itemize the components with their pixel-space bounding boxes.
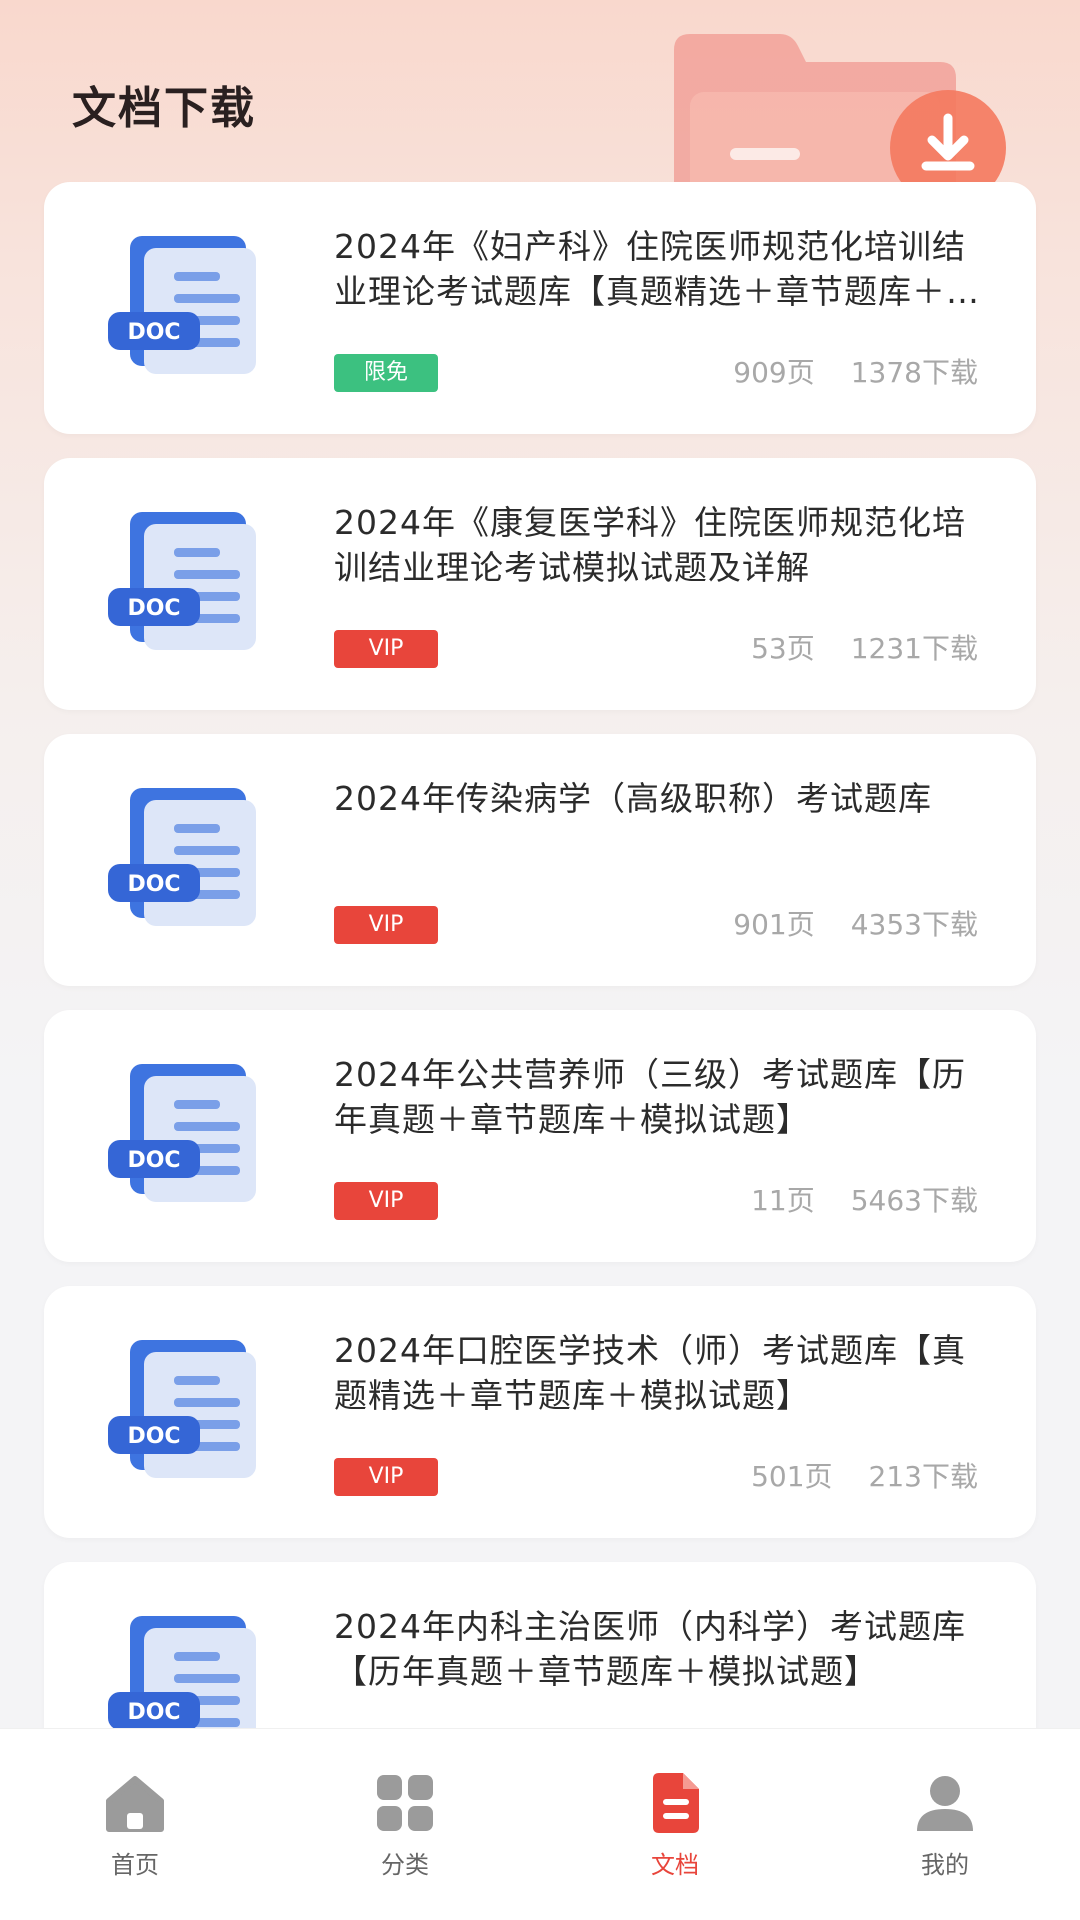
tab-category[interactable]: 分类 — [270, 1729, 540, 1920]
download-count: 1231下载 — [850, 632, 978, 665]
home-icon — [106, 1776, 164, 1832]
doc-file-icon: DOC — [108, 236, 256, 374]
tab-home[interactable]: 首页 — [0, 1729, 270, 1920]
tab-documents[interactable]: 文档 — [540, 1729, 810, 1920]
download-count: 213下载 — [868, 1460, 978, 1493]
page-count: 901页 — [733, 908, 815, 941]
document-title[interactable]: 2024年内科主治医师（内科学）考试题库【历年真题＋章节题库＋模拟试题】 — [334, 1604, 994, 1694]
download-count: 4353下载 — [850, 908, 978, 941]
grid-icon — [377, 1775, 433, 1831]
document-title[interactable]: 2024年口腔医学技术（师）考试题库【真题精选＋章节题库＋模拟试题】 — [334, 1328, 994, 1418]
doc-file-icon: DOC — [108, 788, 256, 926]
page-count: 53页 — [751, 632, 815, 665]
document-title[interactable]: 2024年《康复医学科》住院医师规范化培训结业理论考试模拟试题及详解 — [334, 500, 994, 590]
page-count: 501页 — [751, 1460, 833, 1493]
svg-text:DOC: DOC — [127, 320, 180, 345]
vip-badge: VIP — [334, 630, 438, 668]
download-count: 5463下载 — [850, 1184, 978, 1217]
svg-text:DOC: DOC — [127, 596, 180, 621]
doc-file-icon: DOC — [108, 1064, 256, 1202]
page-count: 909页 — [733, 356, 815, 389]
page-count: 11页 — [751, 1184, 815, 1217]
document-title[interactable]: 2024年《妇产科》住院医师规范化培训结业理论考试题库【真题精选＋章节题库＋模拟… — [334, 224, 994, 314]
document-list: DOC 2024年《妇产科》住院医师规范化培训结业理论考试题库【真题精选＋章节题… — [44, 182, 1036, 1762]
free-badge: 限免 — [334, 354, 438, 392]
svg-text:DOC: DOC — [127, 1148, 180, 1173]
doc-file-icon: DOC — [108, 512, 256, 650]
doc-file-icon: DOC — [108, 1340, 256, 1478]
tab-label: 我的 — [921, 1851, 969, 1879]
vip-badge: VIP — [334, 1458, 438, 1496]
folder-download-icon — [674, 34, 1006, 200]
vip-badge: VIP — [334, 1182, 438, 1220]
document-title[interactable]: 2024年公共营养师（三级）考试题库【历年真题＋章节题库＋模拟试题】 — [334, 1052, 994, 1142]
document-card[interactable]: DOC 2024年公共营养师（三级）考试题库【历年真题＋章节题库＋模拟试题】 V… — [44, 1010, 1036, 1262]
document-card[interactable]: DOC 2024年传染病学（高级职称）考试题库 VIP 901页 4353下载 — [44, 734, 1036, 986]
page-title: 文档下载 — [72, 83, 256, 134]
svg-text:DOC: DOC — [127, 1700, 180, 1725]
user-icon — [917, 1776, 973, 1831]
svg-text:DOC: DOC — [127, 872, 180, 897]
svg-text:DOC: DOC — [127, 1424, 180, 1449]
tab-mine[interactable]: 我的 — [810, 1729, 1080, 1920]
tab-label: 分类 — [381, 1851, 429, 1879]
download-count: 1378下载 — [850, 356, 978, 389]
tab-label: 首页 — [111, 1851, 159, 1879]
document-card[interactable]: DOC 2024年口腔医学技术（师）考试题库【真题精选＋章节题库＋模拟试题】 V… — [44, 1286, 1036, 1538]
document-card[interactable]: DOC 2024年《妇产科》住院医师规范化培训结业理论考试题库【真题精选＋章节题… — [44, 182, 1036, 434]
tab-label: 文档 — [651, 1851, 699, 1879]
bottom-tab-bar: 首页 分类 文档 我的 — [0, 1728, 1080, 1920]
vip-badge: VIP — [334, 906, 438, 944]
document-icon — [653, 1773, 699, 1833]
document-title[interactable]: 2024年传染病学（高级职称）考试题库 — [334, 776, 994, 821]
document-card[interactable]: DOC 2024年《康复医学科》住院医师规范化培训结业理论考试模拟试题及详解 V… — [44, 458, 1036, 710]
